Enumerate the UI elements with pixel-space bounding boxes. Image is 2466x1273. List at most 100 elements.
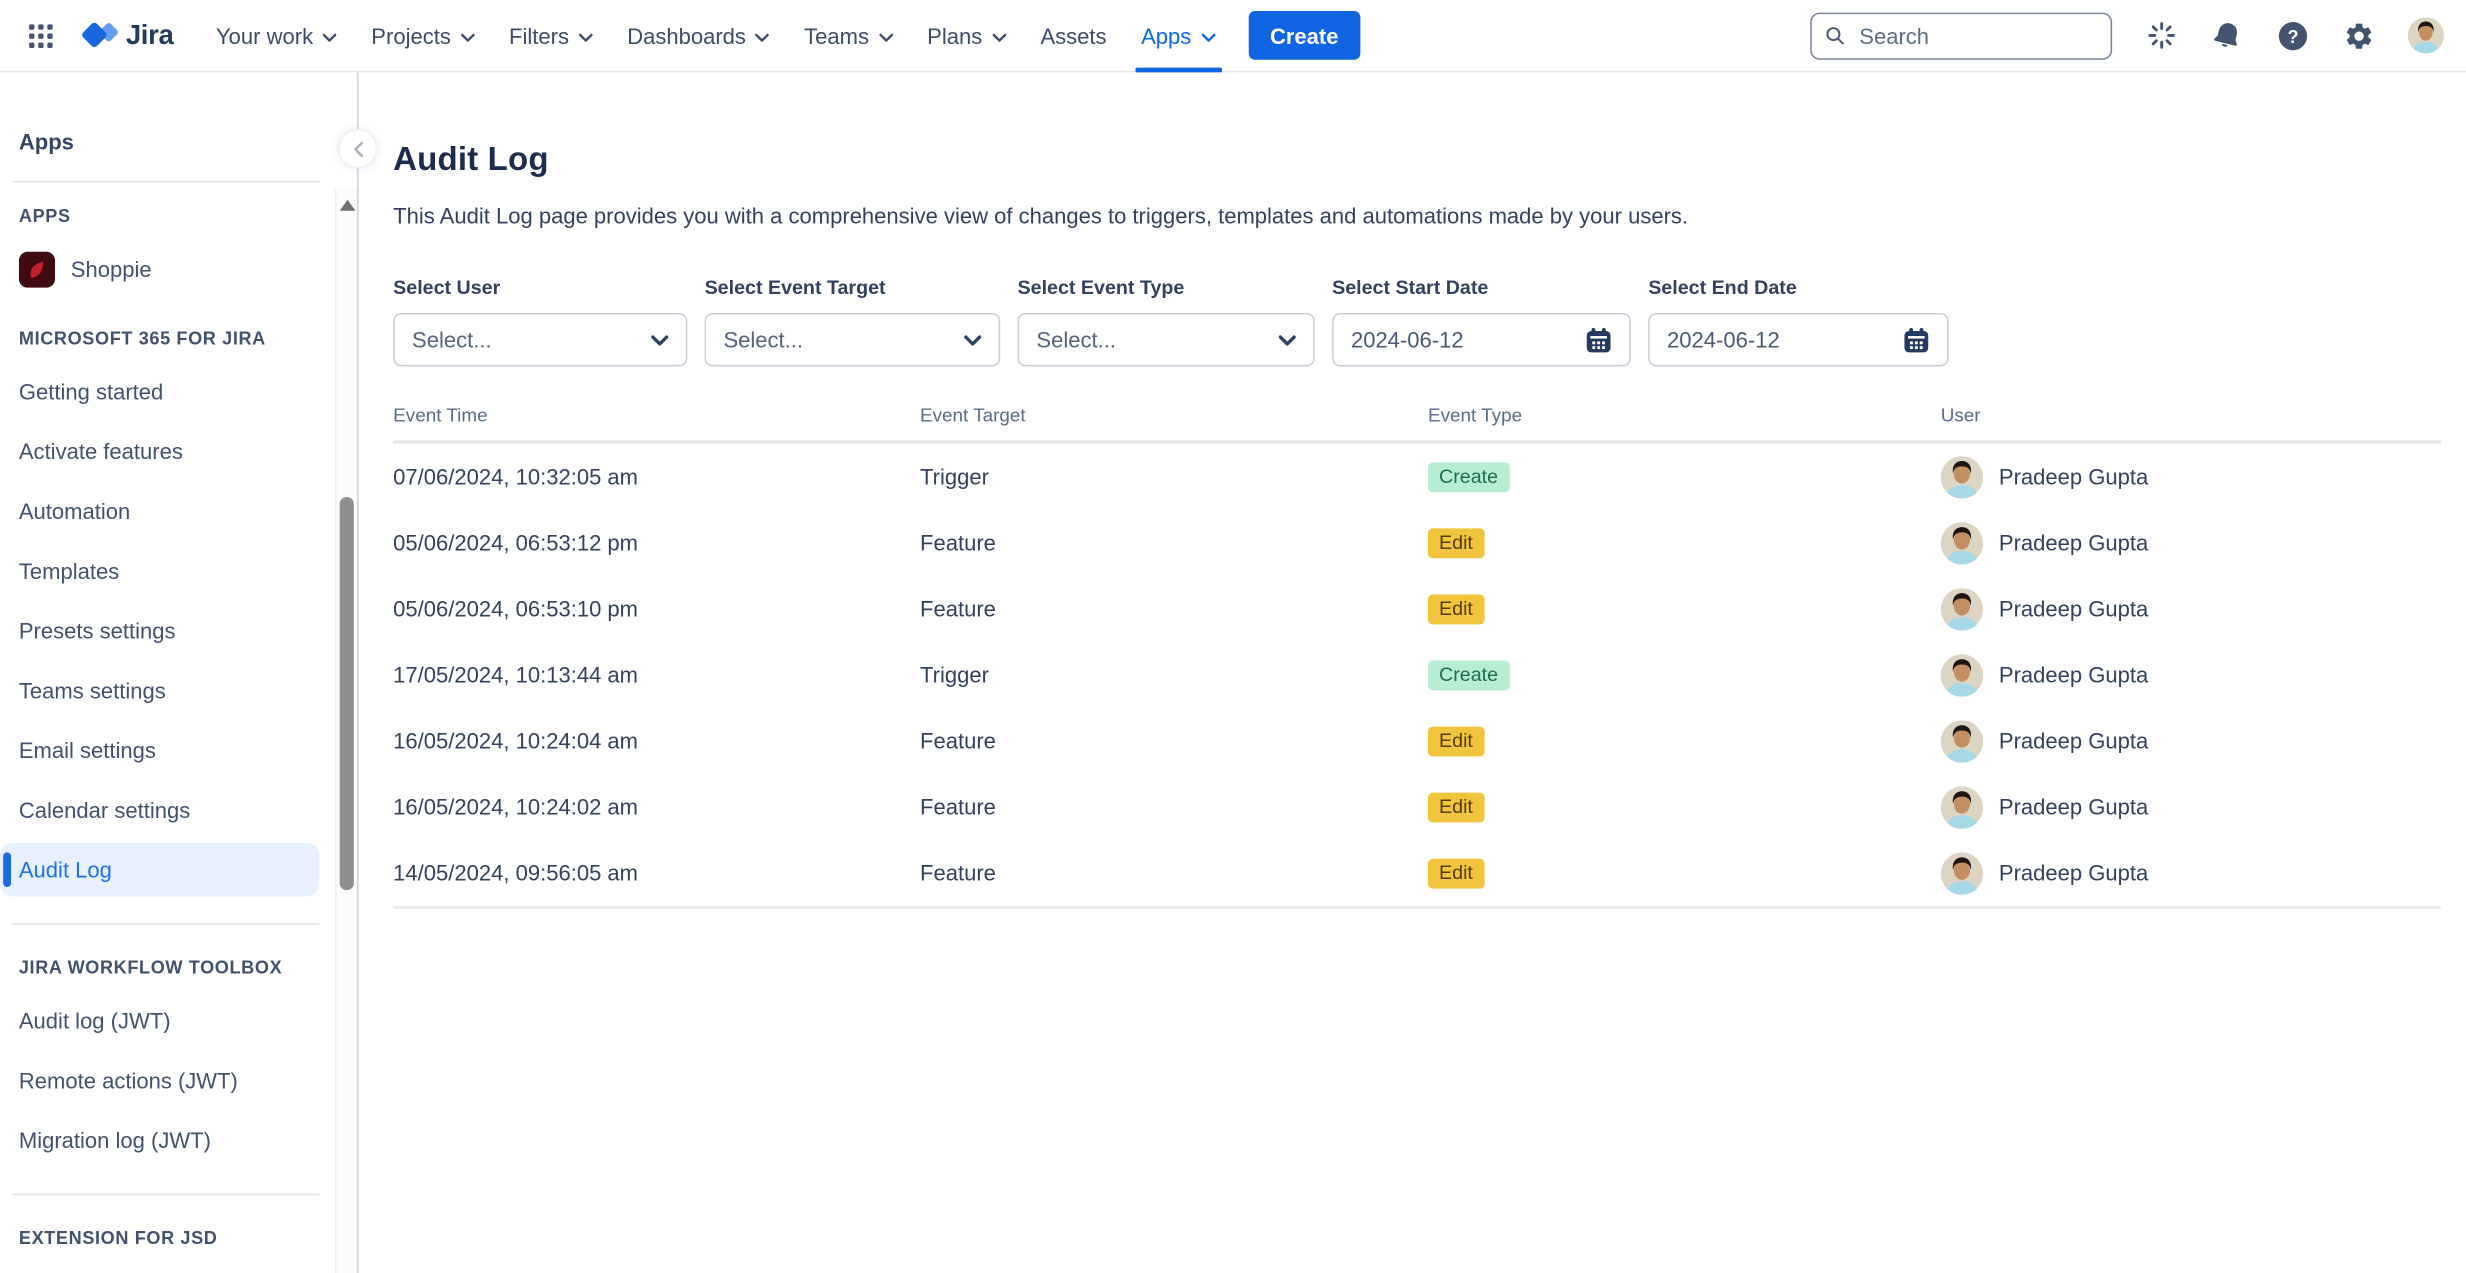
nav-item-apps[interactable]: Apps bbox=[1127, 0, 1229, 72]
main-content: Audit Log This Audit Log page provides y… bbox=[359, 72, 2466, 1273]
table-row: 07/06/2024, 10:32:05 amTriggerCreatePrad… bbox=[393, 444, 2441, 510]
nav-item-assets[interactable]: Assets bbox=[1026, 0, 1120, 72]
sidebar-item-label: Getting started bbox=[19, 379, 163, 404]
sidebar-item-label: Audit log (JWT) bbox=[19, 1008, 171, 1033]
sidebar-section-items: Get Started bbox=[0, 1264, 335, 1273]
chevron-down-icon bbox=[1279, 334, 1296, 345]
sidebar-item-label: Shoppie bbox=[71, 256, 152, 281]
filter-label: Select End Date bbox=[1648, 277, 1948, 299]
sidebar-item-remote-actions-jwt[interactable]: Remote actions (JWT) bbox=[0, 1054, 319, 1107]
event-target-cell: Feature bbox=[920, 794, 1428, 819]
event-time-cell: 16/05/2024, 10:24:02 am bbox=[393, 794, 920, 819]
sidebar-item-label: Email settings bbox=[19, 738, 156, 763]
filter-group-select-end-date: Select End Date 2024-06-12 bbox=[1648, 277, 1948, 367]
create-button[interactable]: Create bbox=[1248, 11, 1361, 60]
chevron-down-icon bbox=[992, 32, 1006, 41]
nav-item-dashboards[interactable]: Dashboards bbox=[613, 0, 784, 72]
sidebar-divider bbox=[13, 1194, 320, 1196]
event-time-cell: 07/06/2024, 10:32:05 am bbox=[393, 464, 920, 489]
page-description: This Audit Log page provides you with a … bbox=[393, 203, 2441, 228]
sidebar-item-calendar-settings[interactable]: Calendar settings bbox=[0, 783, 319, 836]
jira-app-window: Jira Your workProjectsFilters Dashboards T… bbox=[0, 0, 2466, 1273]
nav-item-plans[interactable]: Plans bbox=[913, 0, 1020, 72]
sidebar-item-teams-settings[interactable]: Teams settings bbox=[0, 664, 319, 717]
shoppie-app-icon bbox=[19, 251, 55, 287]
notifications-button[interactable] bbox=[2210, 18, 2245, 53]
scrollbar-up-arrow-icon[interactable] bbox=[339, 200, 355, 211]
date-input-select-end-date[interactable]: 2024-06-12 bbox=[1648, 313, 1948, 366]
sidebar-item-migration-log-jwt[interactable]: Migration log (JWT) bbox=[0, 1113, 319, 1166]
sidebar-item-audit-log-jwt[interactable]: Audit log (JWT) bbox=[0, 994, 319, 1047]
sparkle-button[interactable] bbox=[2144, 18, 2179, 53]
filter-value: 2024-06-12 bbox=[1667, 327, 1780, 352]
event-type-badge: Edit bbox=[1428, 594, 1484, 624]
sidebar-divider bbox=[13, 923, 320, 925]
sidebar-item-label: Calendar settings bbox=[19, 797, 190, 822]
search-input[interactable] bbox=[1856, 21, 2098, 49]
grid-icon bbox=[28, 23, 53, 48]
calendar-icon bbox=[1585, 326, 1612, 353]
user-avatar bbox=[1941, 521, 1983, 563]
search-box[interactable] bbox=[1810, 12, 2112, 59]
user-avatar bbox=[1941, 786, 1983, 828]
sidebar-item-getting-started[interactable]: Getting started bbox=[0, 365, 319, 418]
column-header-event-time: Event Time bbox=[393, 404, 920, 426]
table-row: 05/06/2024, 06:53:10 pmFeatureEditPradee… bbox=[393, 576, 2441, 642]
sidebar-item-audit-log[interactable]: Audit Log bbox=[0, 843, 319, 896]
user-avatar bbox=[1941, 588, 1983, 630]
user-avatar-image bbox=[1941, 455, 1983, 497]
sidebar-item-label: Activate features bbox=[19, 439, 183, 464]
select-dropdown-select-event-target[interactable]: Select... bbox=[705, 313, 1001, 366]
sidebar-item-automation[interactable]: Automation bbox=[0, 484, 319, 537]
sidebar-item-label: Presets settings bbox=[19, 618, 176, 643]
scrollbar-thumb[interactable] bbox=[340, 497, 354, 890]
table-row: 05/06/2024, 06:53:12 pmFeatureEditPradee… bbox=[393, 510, 2441, 576]
svg-text:?: ? bbox=[2287, 26, 2298, 46]
user-avatar-image bbox=[1941, 588, 1983, 630]
jira-logo-icon bbox=[79, 16, 118, 55]
nav-item-label: Dashboards bbox=[627, 23, 746, 48]
sidebar-item-templates[interactable]: Templates bbox=[0, 544, 319, 597]
nav-item-your-work[interactable]: Your work bbox=[202, 0, 351, 72]
nav-item-projects[interactable]: Projects bbox=[357, 0, 488, 72]
user-cell: Pradeep Gupta bbox=[1941, 654, 2441, 696]
sidebar-item-shoppie[interactable]: Shoppie bbox=[0, 242, 319, 295]
sidebar-item-activate-features[interactable]: Activate features bbox=[0, 425, 319, 478]
topnav-icons: ? bbox=[2144, 17, 2444, 53]
help-button[interactable]: ? bbox=[2276, 18, 2311, 53]
nav-item-filters[interactable]: Filters bbox=[495, 0, 607, 72]
app-switcher-button[interactable] bbox=[16, 10, 66, 60]
event-type-cell: Edit bbox=[1428, 726, 1941, 756]
event-time-cell: 14/05/2024, 09:56:05 am bbox=[393, 860, 920, 885]
nav-item-teams[interactable]: Teams bbox=[790, 0, 907, 72]
jira-logo[interactable]: Jira bbox=[79, 16, 174, 55]
user-cell: Pradeep Gupta bbox=[1941, 786, 2441, 828]
sidebar-scrollbar[interactable] bbox=[335, 189, 357, 1273]
event-type-badge: Edit bbox=[1428, 858, 1484, 888]
select-dropdown-select-user[interactable]: Select... bbox=[393, 313, 687, 366]
profile-avatar-button[interactable] bbox=[2408, 17, 2444, 53]
user-avatar-image bbox=[1941, 720, 1983, 762]
event-type-cell: Create bbox=[1428, 462, 1941, 492]
sidebar-item-label: Remote actions (JWT) bbox=[19, 1068, 238, 1093]
settings-button[interactable] bbox=[2342, 18, 2377, 53]
filter-group-select-event-target: Select Event Target Select... bbox=[705, 277, 1001, 367]
sidebar-item-presets-settings[interactable]: Presets settings bbox=[0, 604, 319, 657]
apps-sidebar: Apps APPSShoppieMICROSOFT 365 FOR JIRAGe… bbox=[0, 72, 359, 1273]
sidebar-item-label: Teams settings bbox=[19, 678, 166, 703]
sidebar-item-label: Migration log (JWT) bbox=[19, 1128, 211, 1153]
sidebar-item-label: Templates bbox=[19, 558, 119, 583]
nav-item-label: Assets bbox=[1040, 23, 1106, 48]
date-input-select-start-date[interactable]: 2024-06-12 bbox=[1332, 313, 1631, 366]
filter-label: Select Event Target bbox=[705, 277, 1001, 299]
filter-label: Select User bbox=[393, 277, 687, 299]
filter-value: Select... bbox=[723, 327, 803, 352]
sparkle-icon bbox=[2146, 20, 2176, 50]
sidebar-item-email-settings[interactable]: Email settings bbox=[0, 723, 319, 776]
sidebar-collapse-button[interactable] bbox=[338, 129, 377, 168]
select-dropdown-select-event-type[interactable]: Select... bbox=[1018, 313, 1315, 366]
sidebar-item-get-started[interactable]: Get Started bbox=[0, 1264, 319, 1273]
bell-icon bbox=[2211, 20, 2242, 51]
page-title: Audit Log bbox=[393, 142, 2441, 180]
event-time-cell: 05/06/2024, 06:53:10 pm bbox=[393, 596, 920, 621]
